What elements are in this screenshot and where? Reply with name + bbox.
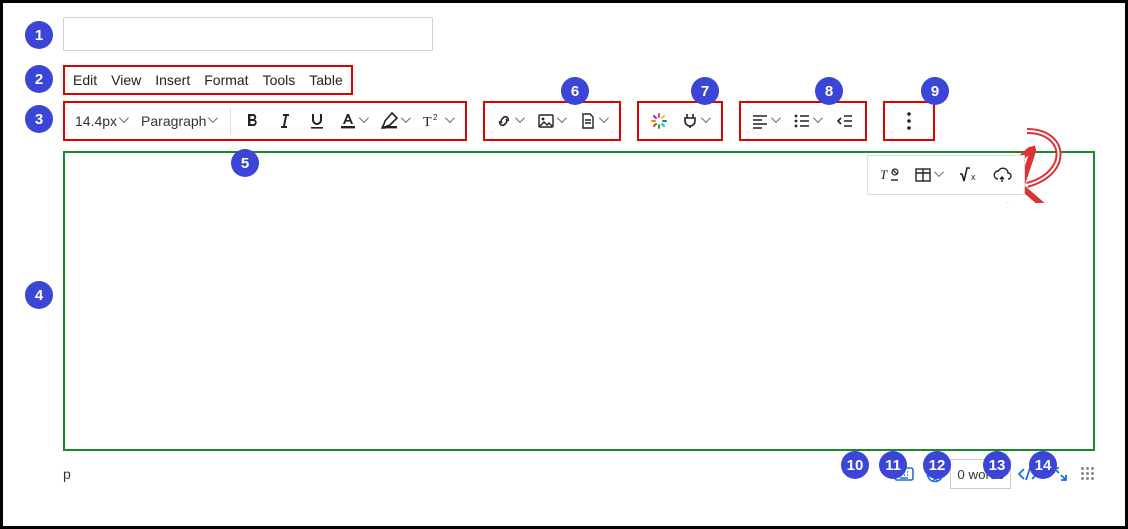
toolbar-text-group: 14.4px Paragraph xyxy=(63,101,467,141)
callout-5: 5 xyxy=(231,149,259,177)
apps-button[interactable] xyxy=(645,105,673,137)
callout-11: 11 xyxy=(879,451,907,479)
callout-2: 2 xyxy=(25,65,53,93)
menu-table[interactable]: Table xyxy=(309,72,342,88)
svg-text:T: T xyxy=(880,167,888,182)
sparkle-icon xyxy=(650,112,668,130)
highlight-icon xyxy=(381,112,399,130)
menu-edit[interactable]: Edit xyxy=(73,72,97,88)
callout-14: 14 xyxy=(1029,451,1057,479)
content-editor[interactable] xyxy=(63,151,1095,451)
embed-button[interactable] xyxy=(988,159,1016,191)
element-path[interactable]: p xyxy=(63,466,71,482)
chevron-down-icon xyxy=(359,116,369,126)
clear-formatting-button[interactable]: T xyxy=(876,159,904,191)
link-icon xyxy=(495,112,513,130)
font-size-dropdown[interactable]: 14.4px xyxy=(71,105,133,137)
italic-icon xyxy=(276,112,294,130)
chevron-down-icon xyxy=(401,116,411,126)
document-button[interactable] xyxy=(575,105,613,137)
list-button[interactable] xyxy=(789,105,827,137)
more-button[interactable] xyxy=(895,105,923,137)
underline-button[interactable] xyxy=(303,105,331,137)
chevron-down-icon xyxy=(701,116,711,126)
block-format-dropdown[interactable]: Paragraph xyxy=(137,105,222,137)
callout-12: 12 xyxy=(923,451,951,479)
bold-icon xyxy=(244,112,262,130)
document-icon xyxy=(579,112,597,130)
superscript-icon: T2 xyxy=(423,112,443,130)
chevron-down-icon xyxy=(208,116,218,126)
menubar: Edit View Insert Format Tools Table xyxy=(63,65,353,95)
cloud-embed-icon xyxy=(992,166,1012,184)
callout-10: 10 xyxy=(841,451,869,479)
svg-text:x: x xyxy=(971,172,976,182)
font-size-value: 14.4px xyxy=(75,113,117,129)
plug-icon xyxy=(681,112,699,130)
alignment-button[interactable] xyxy=(747,105,785,137)
callout-7: 7 xyxy=(691,77,719,105)
menu-format[interactable]: Format xyxy=(204,72,248,88)
bullet-list-icon xyxy=(793,112,811,130)
equation-button[interactable]: x xyxy=(954,159,982,191)
chevron-down-icon xyxy=(557,116,567,126)
chevron-down-icon xyxy=(599,116,609,126)
callout-8: 8 xyxy=(815,77,843,105)
chevron-down-icon xyxy=(813,116,823,126)
toolbar-insert-group xyxy=(483,101,621,141)
chevron-down-icon xyxy=(445,116,455,126)
bold-button[interactable] xyxy=(239,105,267,137)
menu-insert[interactable]: Insert xyxy=(155,72,190,88)
plugins-button[interactable] xyxy=(677,105,715,137)
callout-13: 13 xyxy=(983,451,1011,479)
callout-9: 9 xyxy=(921,77,949,105)
link-button[interactable] xyxy=(491,105,529,137)
toolbar-paragraph-group xyxy=(739,101,867,141)
text-color-button[interactable] xyxy=(335,105,373,137)
highlight-color-button[interactable] xyxy=(377,105,415,137)
table-button[interactable] xyxy=(910,159,948,191)
italic-button[interactable] xyxy=(271,105,299,137)
equation-icon: x xyxy=(958,166,978,184)
text-color-icon xyxy=(339,112,357,130)
indent-button[interactable] xyxy=(831,105,859,137)
callout-6: 6 xyxy=(561,77,589,105)
table-icon xyxy=(914,166,932,184)
separator xyxy=(230,108,231,134)
menu-tools[interactable]: Tools xyxy=(263,72,296,88)
callout-3: 3 xyxy=(25,105,53,133)
vertical-dots-icon xyxy=(906,111,912,131)
overflow-toolbar: T x xyxy=(867,155,1025,195)
image-icon xyxy=(537,112,555,130)
chevron-down-icon xyxy=(771,116,781,126)
underline-icon xyxy=(308,112,326,130)
svg-text:2: 2 xyxy=(433,113,438,122)
chevron-down-icon xyxy=(934,170,944,180)
svg-text:T: T xyxy=(423,115,432,130)
superscript-button[interactable]: T2 xyxy=(419,105,459,137)
toolbar-overflow-group xyxy=(883,101,935,141)
align-left-icon xyxy=(751,112,769,130)
callout-1: 1 xyxy=(25,21,53,49)
outdent-icon xyxy=(836,112,854,130)
block-format-value: Paragraph xyxy=(141,113,206,129)
callout-4: 4 xyxy=(25,281,53,309)
chevron-down-icon xyxy=(119,116,129,126)
menu-view[interactable]: View xyxy=(111,72,141,88)
editor-frame: 1 2 3 4 5 6 7 8 9 10 11 12 13 14 Edit Vi… xyxy=(0,0,1128,529)
title-input[interactable] xyxy=(63,17,433,51)
clear-formatting-icon: T xyxy=(880,166,900,184)
chevron-down-icon xyxy=(515,116,525,126)
image-button[interactable] xyxy=(533,105,571,137)
toolbar-apps-group xyxy=(637,101,723,141)
resize-grip[interactable] xyxy=(1081,467,1095,481)
toolbar: 14.4px Paragraph xyxy=(63,101,1095,141)
